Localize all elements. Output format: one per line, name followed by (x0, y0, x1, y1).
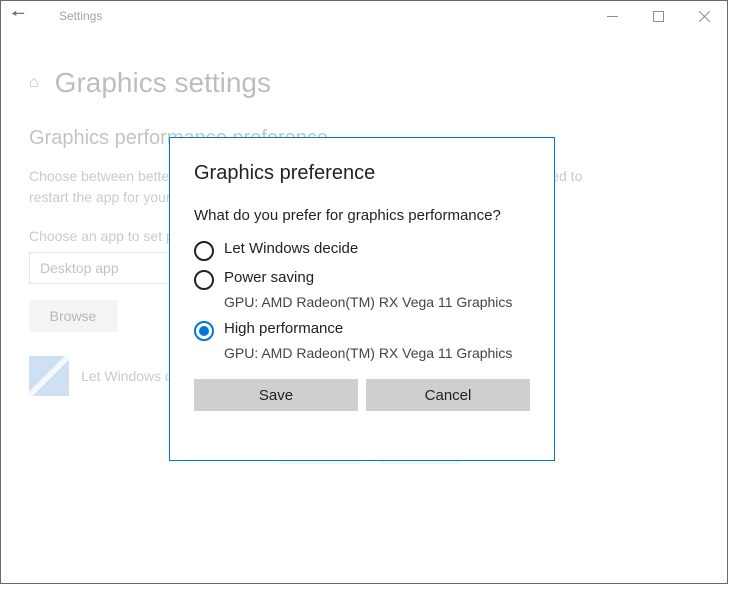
radio-high-performance[interactable]: High performance (194, 320, 530, 341)
titlebar: 🠔 Settings (1, 1, 727, 31)
dialog-title: Graphics preference (194, 162, 530, 185)
radio-label: High performance (224, 320, 343, 337)
radio-icon (194, 321, 214, 341)
browse-button[interactable]: Browse (29, 300, 117, 332)
dialog-buttons: Save Cancel (194, 379, 530, 411)
radio-label: Let Windows decide (224, 240, 358, 257)
dropdown-value: Desktop app (40, 260, 119, 276)
radio-group: Let Windows decide Power saving GPU: AMD… (194, 240, 530, 361)
app-icon (29, 356, 69, 396)
window-title: Settings (59, 9, 589, 23)
radio-sub-gpu: GPU: AMD Radeon(TM) RX Vega 11 Graphics (224, 345, 530, 361)
window-controls (589, 1, 727, 31)
radio-label: Power saving (224, 269, 314, 286)
radio-sub-gpu: GPU: AMD Radeon(TM) RX Vega 11 Graphics (224, 294, 530, 310)
page-header: ⌂ Graphics settings (29, 67, 699, 99)
cancel-button[interactable]: Cancel (366, 379, 530, 411)
save-button[interactable]: Save (194, 379, 358, 411)
maximize-button[interactable] (635, 1, 681, 31)
close-button[interactable] (681, 1, 727, 31)
radio-let-windows-decide[interactable]: Let Windows decide (194, 240, 530, 261)
settings-window: 🠔 Settings ⌂ Graphics settings Graphics … (0, 0, 728, 584)
graphics-preference-dialog: Graphics preference What do you prefer f… (169, 137, 555, 461)
page-title: Graphics settings (55, 67, 271, 99)
minimize-button[interactable] (589, 1, 635, 31)
back-icon[interactable]: 🠔 (11, 3, 35, 30)
dialog-question: What do you prefer for graphics performa… (194, 207, 530, 224)
radio-icon (194, 270, 214, 290)
radio-power-saving[interactable]: Power saving (194, 269, 530, 290)
home-icon[interactable]: ⌂ (29, 74, 39, 92)
radio-icon (194, 241, 214, 261)
